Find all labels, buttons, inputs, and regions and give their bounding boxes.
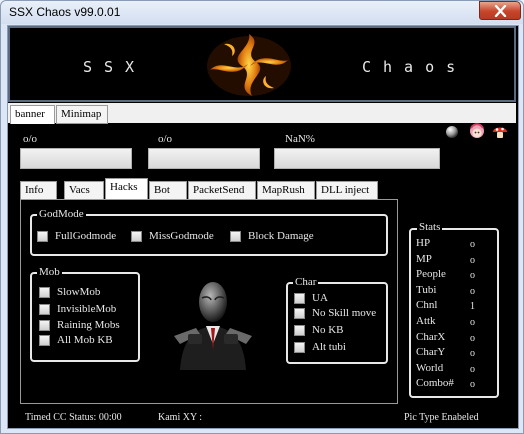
no-skill-move-label: No Skill move	[312, 307, 377, 319]
stat-label: CharY	[416, 346, 446, 359]
close-icon	[494, 5, 507, 17]
mp-text: o/o	[158, 133, 173, 145]
chaos-logo	[207, 34, 291, 96]
fullgodmode-label: FullGodmode	[55, 230, 117, 242]
stat-value: o	[470, 254, 475, 266]
stat-value: o	[470, 285, 475, 297]
banner: SSX Chaos	[8, 26, 516, 102]
stat-label: Attk	[416, 315, 436, 327]
tab-bot-label: Bot	[154, 184, 170, 196]
stat-label: Combo#	[416, 377, 454, 390]
stat-label: Tubi	[416, 283, 437, 296]
tab-banner[interactable]: banner	[10, 105, 55, 124]
alt-tubi-checkbox[interactable]	[294, 342, 305, 353]
tab-vacs[interactable]: Vacs	[64, 181, 104, 200]
timed-cc-status: Timed CC Status: 00:00	[25, 412, 122, 423]
no-kb-label: No KB	[312, 324, 344, 336]
godmode-title: GodMode	[37, 208, 86, 220]
stat-value: 1	[470, 301, 475, 313]
stat-value: o	[470, 379, 475, 391]
block-damage-checkbox[interactable]	[230, 231, 241, 242]
stat-value: o	[470, 270, 475, 282]
stat-value: o	[470, 332, 475, 344]
kami-xy: Kami XY :	[158, 412, 203, 423]
hitman-image	[174, 282, 252, 370]
tab-maprush[interactable]: MapRush	[257, 181, 315, 200]
stat-label: HP	[416, 237, 431, 249]
banner-right-word: Chaos	[362, 58, 468, 76]
title-bar[interactable]: SSX Chaos v99.0.01	[1, 1, 523, 24]
hp-text: o/o	[23, 133, 38, 145]
pic-type-status: Pic Type Enabeled	[404, 412, 479, 423]
tab-dll-inject[interactable]: DLL inject	[316, 181, 378, 200]
stat-label: CharX	[416, 330, 446, 343]
all-mob-kb-label: All Mob KB	[57, 334, 113, 346]
stat-value: o	[470, 363, 475, 375]
tab-maprush-label: MapRush	[262, 184, 305, 196]
missgodmode-label: MissGodmode	[149, 230, 214, 242]
missgodmode-checkbox[interactable]	[131, 231, 142, 242]
mob-title: Mob	[37, 266, 62, 278]
stat-value: o	[470, 239, 475, 250]
raining-mobs-checkbox[interactable]	[39, 320, 50, 331]
stat-label: Chnl	[416, 299, 438, 312]
character-icon[interactable]	[468, 122, 486, 142]
tab-packetsend-label: PacketSend	[193, 184, 245, 196]
banner-left-word: SSX	[83, 58, 147, 76]
char-title: Char	[293, 276, 319, 288]
tab-dll-inject-label: DLL inject	[321, 184, 370, 196]
tab-info-label: Info	[25, 184, 44, 196]
stat-label: MP	[416, 252, 432, 265]
tab-minimap[interactable]: Minimap	[56, 105, 108, 124]
slowmob-checkbox[interactable]	[39, 287, 50, 298]
tab-hacks[interactable]: Hacks	[105, 178, 148, 200]
close-button[interactable]	[479, 1, 521, 20]
tab-info[interactable]: Info	[20, 181, 57, 200]
all-mob-kb-checkbox[interactable]	[39, 335, 50, 346]
ua-checkbox[interactable]	[294, 293, 305, 304]
no-skill-move-checkbox[interactable]	[294, 308, 305, 319]
slowmob-label: SlowMob	[57, 286, 101, 298]
exp-text: NaN%	[285, 133, 315, 145]
exp-bar	[274, 148, 440, 169]
tab-banner-label: banner	[15, 108, 45, 120]
block-damage-label: Block Damage	[248, 230, 314, 242]
fullgodmode-checkbox[interactable]	[37, 231, 48, 242]
stat-value: o	[470, 348, 475, 360]
tab-packetsend[interactable]: PacketSend	[188, 181, 256, 200]
tab-minimap-label: Minimap	[61, 108, 102, 120]
tab-bot[interactable]: Bot	[149, 181, 187, 200]
tab-hacks-label: Hacks	[110, 181, 138, 193]
mushroom-icon[interactable]	[492, 124, 508, 140]
stat-label: People	[416, 268, 446, 281]
orb-icon[interactable]	[444, 124, 460, 140]
tab-vacs-label: Vacs	[69, 184, 90, 196]
stat-label: World	[416, 361, 444, 374]
mp-bar	[148, 148, 260, 169]
stat-value: o	[470, 317, 475, 328]
no-kb-checkbox[interactable]	[294, 325, 305, 336]
alt-tubi-label: Alt tubi	[312, 341, 346, 353]
window-title: SSX Chaos v99.0.01	[9, 5, 121, 19]
ua-label: UA	[312, 292, 328, 304]
hp-bar	[20, 148, 132, 169]
invisiblemob-label: InvisibleMob	[57, 303, 117, 315]
invisiblemob-checkbox[interactable]	[39, 304, 50, 315]
stats-title: Stats	[417, 221, 443, 233]
raining-mobs-label: Raining Mobs	[57, 319, 120, 331]
